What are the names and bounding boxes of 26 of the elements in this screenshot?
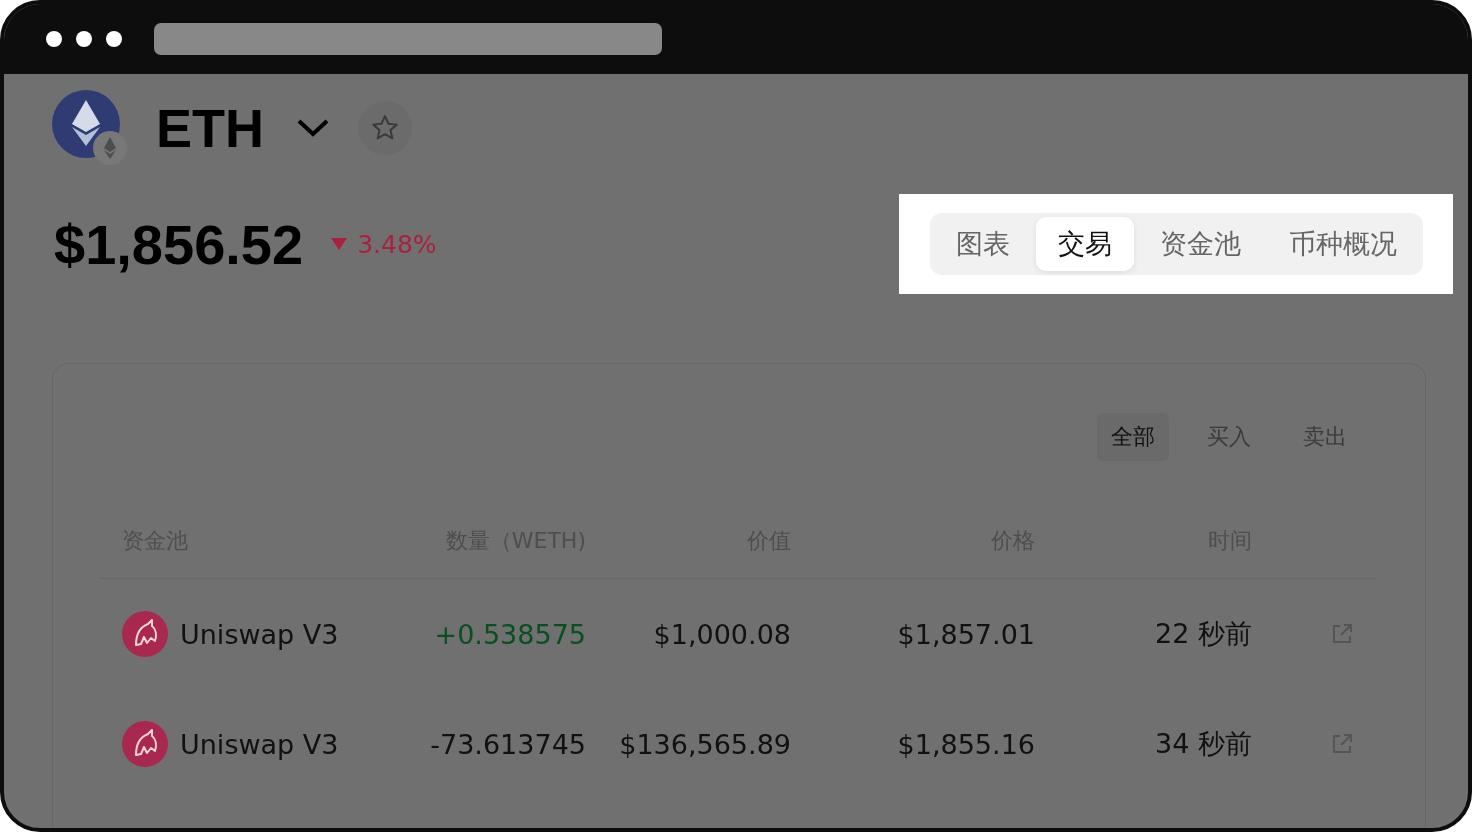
price-cell-text: $1,855.16	[896, 728, 1035, 760]
price-value: $1,856.52	[54, 211, 304, 277]
window-dot	[76, 31, 92, 47]
chevron-down-icon[interactable]	[296, 117, 330, 139]
amount-cell-text: +0.538575	[433, 618, 586, 650]
tab[interactable]: 图表	[933, 217, 1032, 271]
window-dot	[46, 31, 62, 47]
coin-logo-icon	[52, 90, 128, 166]
price-change: 3.48%	[357, 229, 437, 259]
pool-name: Uniswap V3	[180, 618, 339, 650]
external-link-icon[interactable]	[1330, 732, 1354, 756]
window-dot	[106, 31, 122, 47]
external-link-icon[interactable]	[1330, 622, 1354, 646]
value-cell-text: $1,000.08	[652, 618, 791, 650]
amount-cell-text: -73.613745	[429, 728, 586, 760]
coin-symbol: ETH	[156, 97, 264, 159]
time-cell-text: 34 秒前	[1154, 727, 1252, 761]
price-cell-text: $1,857.01	[896, 618, 1035, 650]
tab[interactable]: 资金池	[1137, 217, 1263, 271]
value-cell-text: $136,565.89	[618, 728, 791, 760]
tab[interactable]: 币种概况	[1266, 217, 1419, 271]
filter-button[interactable]: 全部	[1097, 413, 1169, 461]
tab[interactable]: 交易	[1035, 217, 1134, 271]
address-bar[interactable]	[154, 23, 662, 55]
pool-name: Uniswap V3	[180, 728, 339, 760]
time-cell-text: 22 秒前	[1154, 617, 1252, 651]
